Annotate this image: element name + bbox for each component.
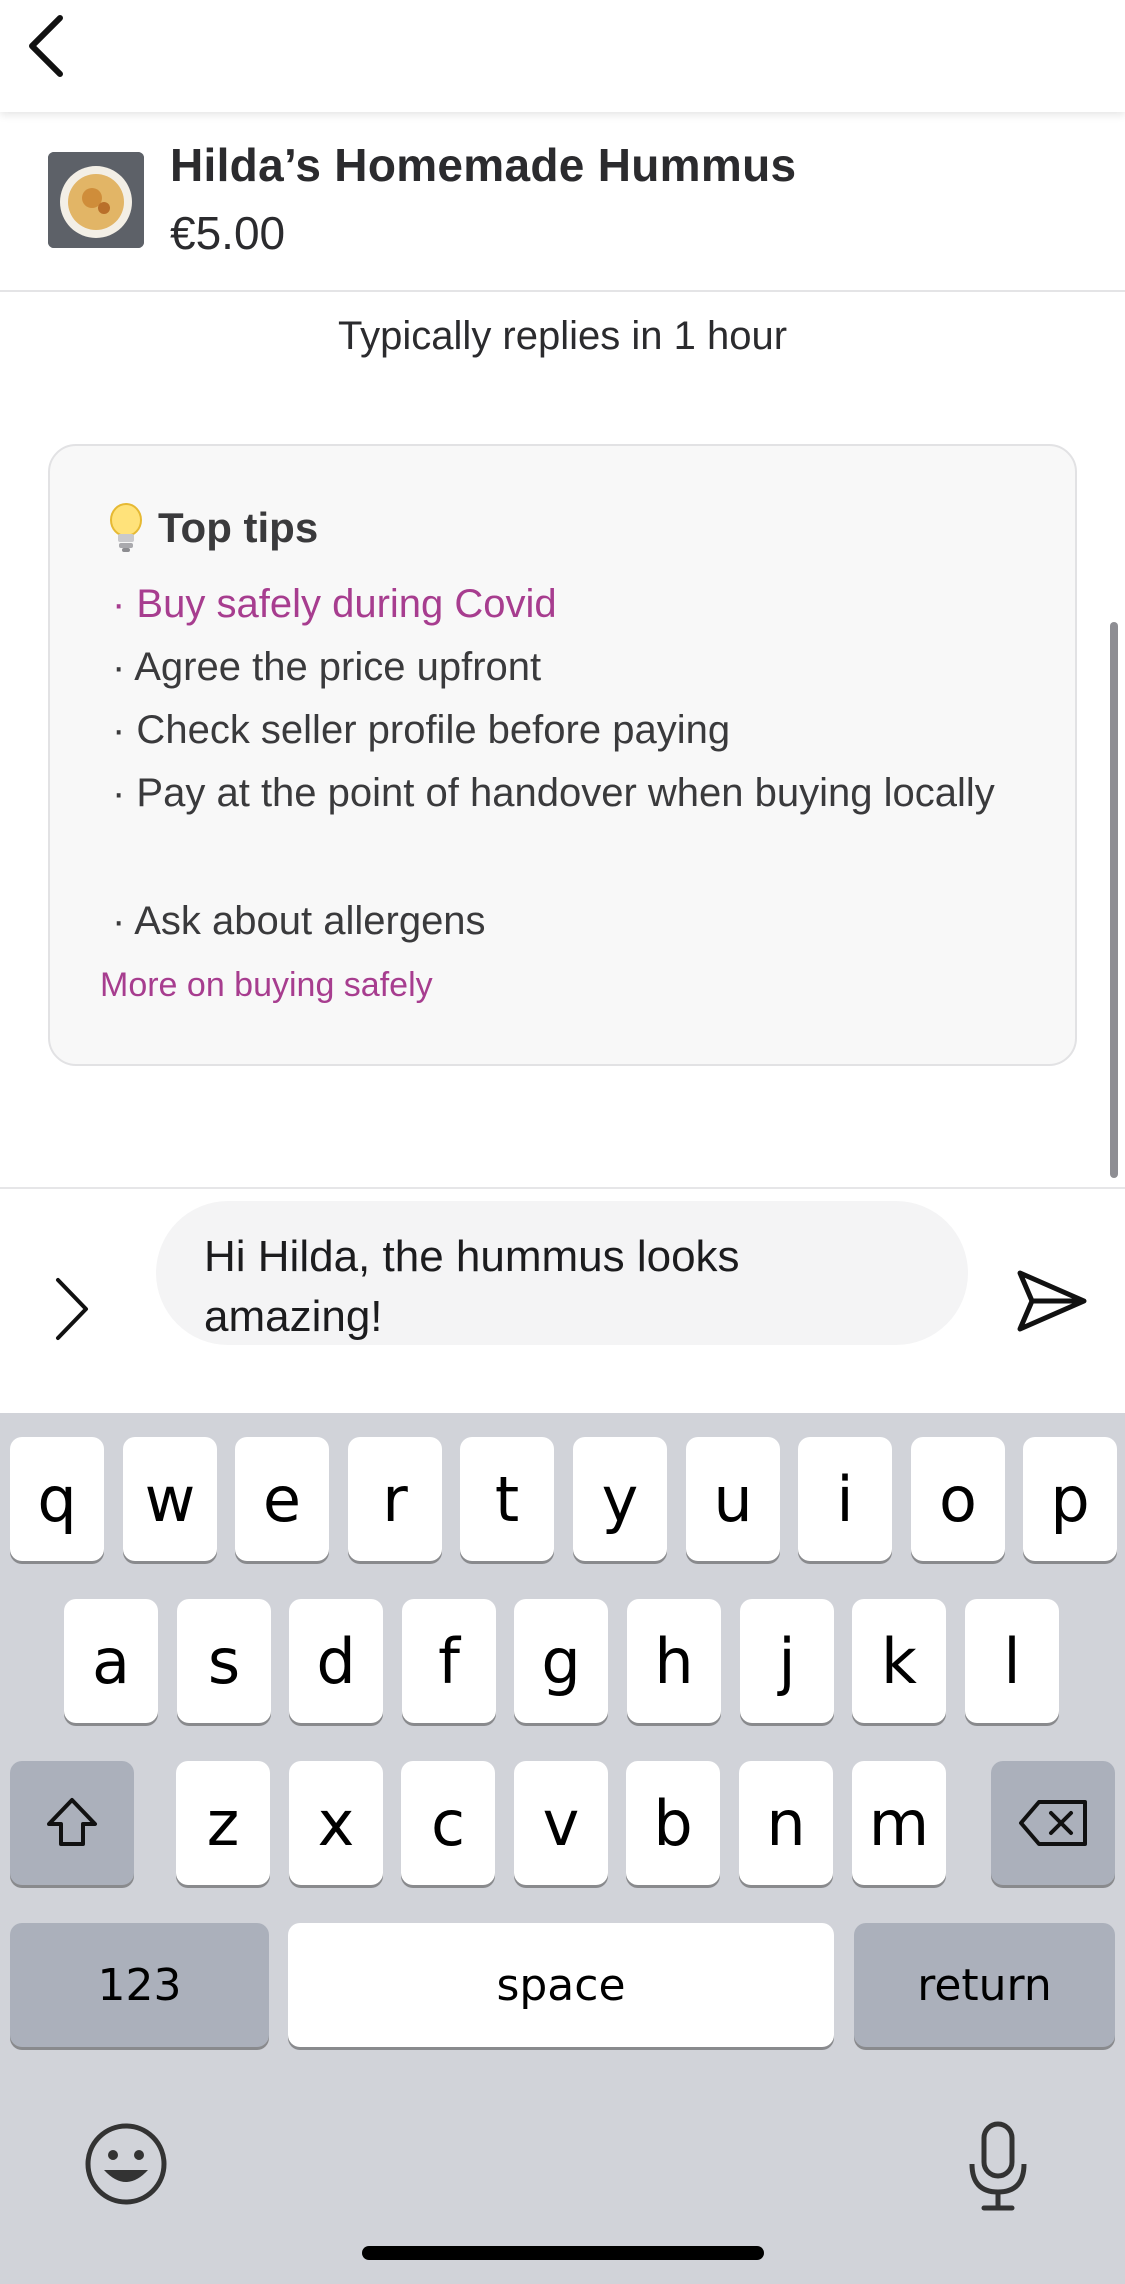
message-composer: Hi Hilda, the hummus looks amazing! — [0, 1187, 1125, 1413]
key-g[interactable]: g — [514, 1599, 608, 1723]
tip-item: · Check seller profile before paying — [112, 708, 731, 752]
key-u[interactable]: u — [686, 1437, 780, 1561]
key-v[interactable]: v — [514, 1761, 608, 1885]
key-s[interactable]: s — [177, 1599, 271, 1723]
numbers-key[interactable]: 123 — [10, 1923, 269, 2047]
shift-icon — [47, 1798, 97, 1846]
emoji-icon — [85, 2123, 167, 2205]
microphone-icon — [969, 2121, 1027, 2211]
tips-header: Top tips — [108, 502, 318, 554]
scroll-indicator — [1110, 622, 1118, 1178]
listing-title: Hilda’s Homemade Hummus — [170, 139, 797, 191]
tip-item: · Ask about allergens — [112, 899, 486, 943]
key-t[interactable]: t — [460, 1437, 554, 1561]
tip-item: · Pay at the point of handover when buyi… — [112, 771, 995, 815]
tip-item[interactable]: · Buy safely during Covid — [112, 572, 1032, 636]
key-l[interactable]: l — [965, 1599, 1059, 1723]
key-b[interactable]: b — [626, 1761, 720, 1885]
key-j[interactable]: j — [740, 1599, 834, 1723]
shift-key[interactable] — [10, 1761, 134, 1885]
key-z[interactable]: z — [176, 1761, 270, 1885]
key-f[interactable]: f — [402, 1599, 496, 1723]
key-r[interactable]: r — [348, 1437, 442, 1561]
key-k[interactable]: k — [852, 1599, 946, 1723]
return-key[interactable]: return — [854, 1923, 1115, 2047]
key-d[interactable]: d — [289, 1599, 383, 1723]
back-button[interactable] — [18, 14, 74, 78]
tips-title: Top tips — [158, 504, 319, 551]
send-button[interactable] — [1012, 1261, 1092, 1341]
key-y[interactable]: y — [573, 1437, 667, 1561]
space-key[interactable]: space — [288, 1923, 834, 2047]
key-p[interactable]: p — [1023, 1437, 1117, 1561]
key-m[interactable]: m — [852, 1761, 946, 1885]
top-nav-bar — [0, 0, 1125, 112]
backspace-icon — [1019, 1800, 1087, 1846]
listing-header[interactable]: Hilda’s Homemade Hummus €5.00 — [0, 112, 1125, 292]
key-n[interactable]: n — [739, 1761, 833, 1885]
key-q[interactable]: q — [10, 1437, 104, 1561]
key-c[interactable]: c — [401, 1761, 495, 1885]
lightbulb-icon — [110, 503, 142, 552]
delete-key[interactable] — [991, 1761, 1115, 1885]
key-i[interactable]: i — [798, 1437, 892, 1561]
message-input[interactable]: Hi Hilda, the hummus looks amazing! — [156, 1201, 968, 1345]
key-x[interactable]: x — [289, 1761, 383, 1885]
key-w[interactable]: w — [123, 1437, 217, 1561]
key-o[interactable]: o — [911, 1437, 1005, 1561]
key-h[interactable]: h — [627, 1599, 721, 1723]
listing-price: €5.00 — [170, 207, 286, 259]
key-a[interactable]: a — [64, 1599, 158, 1723]
chevron-right-icon — [56, 1278, 88, 1340]
reply-time-note: Typically replies in 1 hour — [337, 314, 788, 358]
listing-thumbnail — [48, 152, 144, 248]
more-on-buying-safely-link[interactable]: More on buying safely — [100, 966, 433, 1005]
expand-options-button[interactable] — [44, 1269, 100, 1349]
home-indicator — [362, 2246, 764, 2260]
top-tips-card: Top tips · Buy safely during Covid · Agr… — [48, 444, 1077, 1066]
send-icon — [1017, 1270, 1087, 1332]
tip-item: · Agree the price upfront — [112, 645, 542, 689]
chevron-left-icon — [29, 15, 63, 77]
dictation-button[interactable] — [964, 2120, 1032, 2212]
emoji-button[interactable] — [84, 2122, 168, 2206]
key-e[interactable]: e — [235, 1437, 329, 1561]
